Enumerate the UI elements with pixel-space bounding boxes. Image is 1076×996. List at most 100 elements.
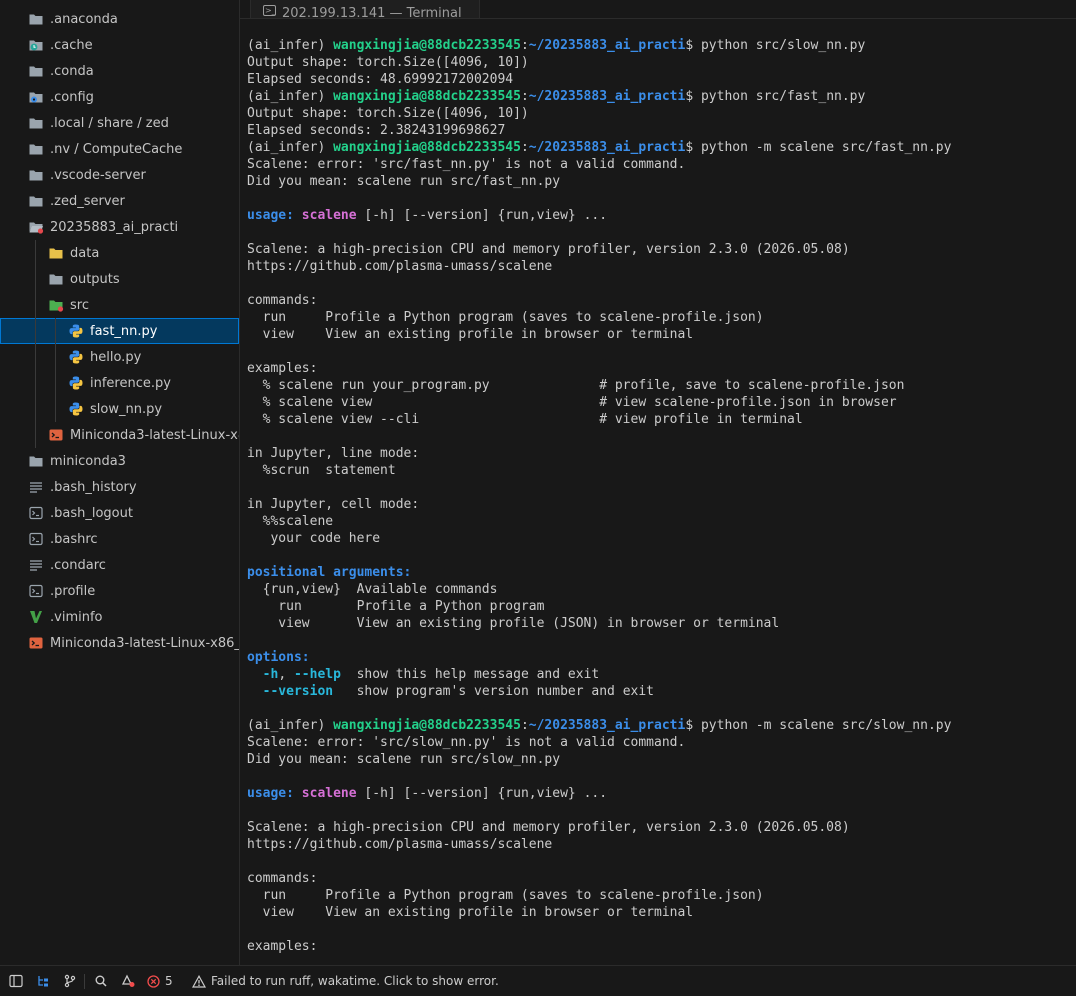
folder-icon [28,141,44,157]
terminal-line: % scalene view --cli # view profile in t… [247,411,1073,428]
file-tree-icon [38,976,48,987]
tree-item[interactable]: .zed_server [0,188,239,214]
tree-item-label: fast_nn.py [90,323,158,339]
git-branch-icon [64,974,76,988]
terminal-text: your code here [247,531,381,546]
tree-item-label: hello.py [90,349,142,365]
tree-item[interactable]: .vscode-server [0,162,239,188]
error-icon [147,974,160,988]
tree-item[interactable]: .nv / ComputeCache [0,136,239,162]
tree-item-label: miniconda3 [50,453,126,469]
status-message[interactable]: Failed to run ruff, wakatime. Click to s… [192,974,499,988]
terminal-text: positional arguments: [247,565,412,580]
terminal-line: run Profile a Python program [247,598,1073,615]
tree-item[interactable]: .cache [0,32,239,58]
terminal-line: Scalene: error: 'src/slow_nn.py' is not … [247,734,1073,751]
terminal-text: show program's version number and exit [333,684,655,699]
terminal-text: [-h] [--version] {run,view} ... [356,786,608,801]
terminal-line: {run,view} Available commands [247,581,1073,598]
tree-item-label: .profile [50,583,96,599]
terminal-pane: >_ 202.199.13.141 — Terminal (ai_infer) … [240,0,1076,965]
tree-item[interactable]: .local / share / zed [0,110,239,136]
tree-item-label: .vscode-server [50,167,146,183]
tree-item[interactable]: .anaconda [0,6,239,32]
tab-terminal[interactable]: >_ 202.199.13.141 — Terminal [250,0,480,18]
terminal-text: {run,view} Available commands [247,582,498,597]
terminal-line: examples: [247,360,1073,377]
terminal-text: Did you mean: scalene run src/slow_nn.py [247,752,561,767]
terminal-output[interactable]: (ai_infer) wangxingjia@88dcb2233545:~/20… [247,37,1073,955]
folder-open-icon [28,219,44,235]
terminal-line: Scalene: error: 'src/fast_nn.py' is not … [247,156,1073,173]
shell-file-icon [28,635,44,651]
tree-item[interactable]: .bash_logout [0,500,239,526]
terminal-line: Did you mean: scalene run src/slow_nn.py [247,751,1073,768]
folder-cache-icon [28,37,44,53]
tree-item-label: Miniconda3-latest-Linux-x86_64.sh [70,427,239,443]
tree-item-label: Miniconda3-latest-Linux-x86_64.sh [50,635,240,651]
tree-item[interactable]: .bashrc [0,526,239,552]
tree-item[interactable]: .config [0,84,239,110]
warning-icon [192,974,206,988]
terminal-text: ~/20235883_ai_practi [528,140,686,155]
tree-item[interactable]: .condarc [0,552,239,578]
terminal-line: Did you mean: scalene run src/fast_nn.py [247,173,1073,190]
indent-guide [55,318,56,422]
terminal-text: in Jupyter, line mode: [247,446,420,461]
git-panel-button[interactable] [63,974,77,988]
terminal-text: run Profile a Python program [247,599,545,614]
tree-item[interactable]: Miniconda3-latest-Linux-x86_64.sh [0,630,239,656]
terminal-line: options: [247,649,1073,666]
tree-item[interactable]: .profile [0,578,239,604]
terminal-text: % scalene view # view scalene-profile.js… [247,395,897,410]
tree-item-label: .zed_server [50,193,125,209]
tree-item-label: .anaconda [50,11,118,27]
diagnostics-button[interactable]: 5 [147,974,173,988]
terminal-line: commands: [247,870,1073,887]
tree-item[interactable]: 20235883_ai_practi [0,214,239,240]
terminal-text: wangxingjia@88dcb2233545 [333,140,521,155]
tree-item[interactable]: .conda [0,58,239,84]
terminal-text: $ python -m scalene src/fast_nn.py [685,140,952,155]
tree-item[interactable]: .viminfo [0,604,239,630]
shell-file-icon [48,427,64,443]
folder-yellow-icon [48,245,64,261]
terminal-line: (ai_infer) wangxingjia@88dcb2233545:~/20… [247,88,1073,105]
terminal-text: --help [293,667,341,682]
toggle-left-dock-button[interactable] [9,974,23,988]
tree-item[interactable]: miniconda3 [0,448,239,474]
terminal-text: --version [262,684,334,699]
folder-icon [28,11,44,27]
terminal-text: Scalene: error: 'src/fast_nn.py' is not … [247,157,686,172]
terminal-text: wangxingjia@88dcb2233545 [333,718,521,733]
terminal-line: (ai_infer) wangxingjia@88dcb2233545:~/20… [247,37,1073,54]
project-panel-button[interactable] [36,974,50,988]
terminal-line: view View an existing profile in browser… [247,904,1073,921]
folder-icon [28,453,44,469]
terminal-text: in Jupyter, cell mode: [247,497,420,512]
tree-item-label: .nv / ComputeCache [50,141,183,157]
search-button[interactable] [94,974,108,988]
divider [84,974,85,989]
tree-item-label: inference.py [90,375,171,391]
status-bar: 5 Failed to run ruff, wakatime. Click to… [0,965,1076,996]
tree-item[interactable]: .bash_history [0,474,239,500]
shell-prompt-icon [28,505,44,521]
terminal-text: Output shape: torch.Size([4096, 10]) [247,55,529,70]
terminal-text: wangxingjia@88dcb2233545 [333,38,521,53]
terminal-text: examples: [247,361,318,376]
tree-item-label: .local / share / zed [50,115,169,131]
terminal-line: https://github.com/plasma-umass/scalene [247,836,1073,853]
tree-item-label: .viminfo [50,609,103,625]
zed-agent-icon [121,974,135,987]
ai-assistant-button[interactable] [120,974,135,988]
terminal-text: Output shape: torch.Size([4096, 10]) [247,106,529,121]
error-count: 5 [165,974,173,988]
tree-item-label: .condarc [50,557,106,573]
tree-item-label: data [70,245,100,261]
